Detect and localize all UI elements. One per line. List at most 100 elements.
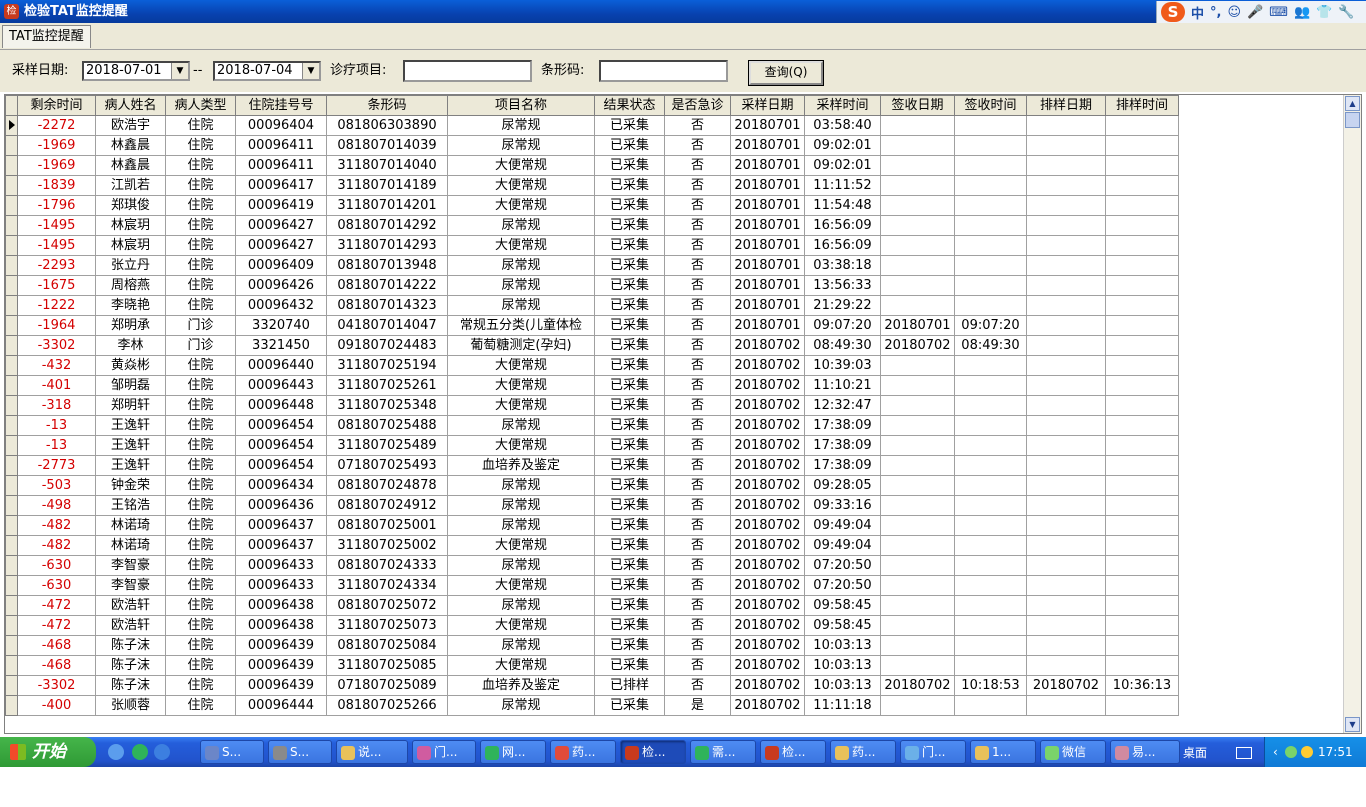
table-cell[interactable]	[880, 235, 955, 256]
table-cell[interactable]: 20180702	[730, 695, 805, 716]
table-cell[interactable]: 尿常规	[447, 255, 595, 276]
table-cell[interactable]: 00096433	[235, 555, 327, 576]
table-cell[interactable]: 00096440	[235, 355, 327, 376]
taskbar-button[interactable]: 微信	[1040, 740, 1106, 764]
table-cell[interactable]: 住院	[165, 235, 236, 256]
table-cell[interactable]: 311807025002	[326, 535, 448, 556]
table-cell[interactable]: 尿常规	[447, 215, 595, 236]
table-row[interactable]: -3302 陈子沫 住院 00096439 071807025089 血培养及鉴定 已排样否…	[5, 675, 1179, 696]
taskbar-button[interactable]: 需...	[690, 740, 756, 764]
table-cell[interactable]: 常规五分类(儿童体检	[447, 315, 595, 336]
table-cell[interactable]: 否	[664, 595, 731, 616]
table-cell[interactable]	[954, 595, 1027, 616]
table-cell[interactable]: 住院	[165, 495, 236, 516]
table-cell[interactable]: 311807025073	[326, 615, 448, 636]
table-cell[interactable]: 10:39:03	[804, 355, 881, 376]
start-button[interactable]: 开始	[0, 737, 96, 767]
table-row[interactable]: -401 邹明磊 住院 00096443 311807025261 大便常规 已采集否 201…	[5, 375, 1179, 396]
table-cell[interactable]: 否	[664, 215, 731, 236]
table-cell[interactable]: 住院	[165, 475, 236, 496]
table-cell[interactable]: 311807014189	[326, 175, 448, 196]
table-cell[interactable]: 住院	[165, 415, 236, 436]
table-cell[interactable]: 311807014293	[326, 235, 448, 256]
table-cell[interactable]: 住院	[165, 455, 236, 476]
table-row[interactable]: -13 王逸轩 住院 00096454 311807025489 大便常规 已采集否 2018…	[5, 435, 1179, 456]
table-cell[interactable]: 00096454	[235, 435, 327, 456]
table-cell[interactable]: -2293	[17, 255, 96, 276]
table-cell[interactable]	[1105, 375, 1179, 396]
table-row[interactable]: -503 钟金荣 住院 00096434 081807024878 尿常规 已采集否 2018…	[5, 475, 1179, 496]
table-cell[interactable]: 否	[664, 175, 731, 196]
table-cell[interactable]: 已采集	[594, 615, 665, 636]
table-cell[interactable]: -1969	[17, 135, 96, 156]
table-cell[interactable]: 陈子沫	[95, 655, 166, 676]
table-cell[interactable]: 081807014039	[326, 135, 448, 156]
table-cell[interactable]: 已采集	[594, 335, 665, 356]
table-cell[interactable]: 欧浩宇	[95, 115, 166, 136]
row-selector[interactable]	[5, 395, 18, 416]
table-cell[interactable]: 已采集	[594, 475, 665, 496]
table-cell[interactable]: 大便常规	[447, 355, 595, 376]
table-cell[interactable]: 081807025266	[326, 695, 448, 716]
table-cell[interactable]: 081807025084	[326, 635, 448, 656]
table-cell[interactable]	[880, 695, 955, 716]
table-cell[interactable]: 20180702	[730, 415, 805, 436]
table-cell[interactable]: 20180701	[730, 195, 805, 216]
table-cell[interactable]	[1026, 495, 1106, 516]
table-cell[interactable]: 11:11:18	[804, 695, 881, 716]
table-cell[interactable]: 081807013948	[326, 255, 448, 276]
table-cell[interactable]: 00096434	[235, 475, 327, 496]
table-cell[interactable]: 081807025488	[326, 415, 448, 436]
table-cell[interactable]	[880, 195, 955, 216]
table-cell[interactable]: 住院	[165, 435, 236, 456]
table-cell[interactable]: -630	[17, 575, 96, 596]
taskbar-button[interactable]: 药...	[830, 740, 896, 764]
taskbar-button[interactable]: 药...	[550, 740, 616, 764]
table-cell[interactable]: 11:11:52	[804, 175, 881, 196]
table-cell[interactable]	[954, 635, 1027, 656]
table-cell[interactable]: 311807025194	[326, 355, 448, 376]
table-cell[interactable]: 尿常规	[447, 555, 595, 576]
table-cell[interactable]	[880, 215, 955, 236]
table-cell[interactable]: 张顺蓉	[95, 695, 166, 716]
table-cell[interactable]: 血培养及鉴定	[447, 675, 595, 696]
ime-emoji-icon[interactable]: ☺	[1227, 5, 1241, 20]
table-cell[interactable]: 09:58:45	[804, 595, 881, 616]
table-cell[interactable]	[1105, 475, 1179, 496]
wechat-tray-icon[interactable]	[1285, 746, 1297, 758]
table-cell[interactable]: 大便常规	[447, 535, 595, 556]
table-cell[interactable]: 陈子沫	[95, 675, 166, 696]
table-cell[interactable]: -13	[17, 435, 96, 456]
table-cell[interactable]: 00096411	[235, 135, 327, 156]
table-row[interactable]: -13 王逸轩 住院 00096454 081807025488 尿常规 已采集否 20180…	[5, 415, 1179, 436]
table-cell[interactable]: 20180701	[730, 255, 805, 276]
query-button[interactable]: 查询(Q)	[748, 60, 824, 86]
table-cell[interactable]: 李林	[95, 335, 166, 356]
table-cell[interactable]	[1026, 255, 1106, 276]
table-cell[interactable]: 081807024333	[326, 555, 448, 576]
table-cell[interactable]: 00096404	[235, 115, 327, 136]
table-cell[interactable]: 住院	[165, 655, 236, 676]
table-cell[interactable]: 住院	[165, 555, 236, 576]
table-cell[interactable]: 10:36:13	[1105, 675, 1179, 696]
table-cell[interactable]: 否	[664, 515, 731, 536]
table-cell[interactable]: 08:49:30	[804, 335, 881, 356]
table-row[interactable]: -1495 林宸玥 住院 00096427 311807014293 大便常规 已采集否 20…	[5, 235, 1179, 256]
table-cell[interactable]	[1105, 515, 1179, 536]
table-cell[interactable]: 住院	[165, 255, 236, 276]
table-cell[interactable]	[880, 495, 955, 516]
table-cell[interactable]: -468	[17, 655, 96, 676]
table-cell[interactable]	[954, 435, 1027, 456]
table-cell[interactable]: 00096439	[235, 635, 327, 656]
table-cell[interactable]	[954, 455, 1027, 476]
table-cell[interactable]	[1026, 395, 1106, 416]
table-cell[interactable]: 311807014201	[326, 195, 448, 216]
table-cell[interactable]: 林鑫晨	[95, 155, 166, 176]
col-header[interactable]: 采样日期	[730, 95, 805, 116]
table-cell[interactable]: 陈子沫	[95, 635, 166, 656]
table-cell[interactable]: 00096409	[235, 255, 327, 276]
table-cell[interactable]: 住院	[165, 155, 236, 176]
row-selector[interactable]	[5, 315, 18, 336]
table-cell[interactable]	[954, 555, 1027, 576]
table-cell[interactable]: 20180701	[880, 315, 955, 336]
